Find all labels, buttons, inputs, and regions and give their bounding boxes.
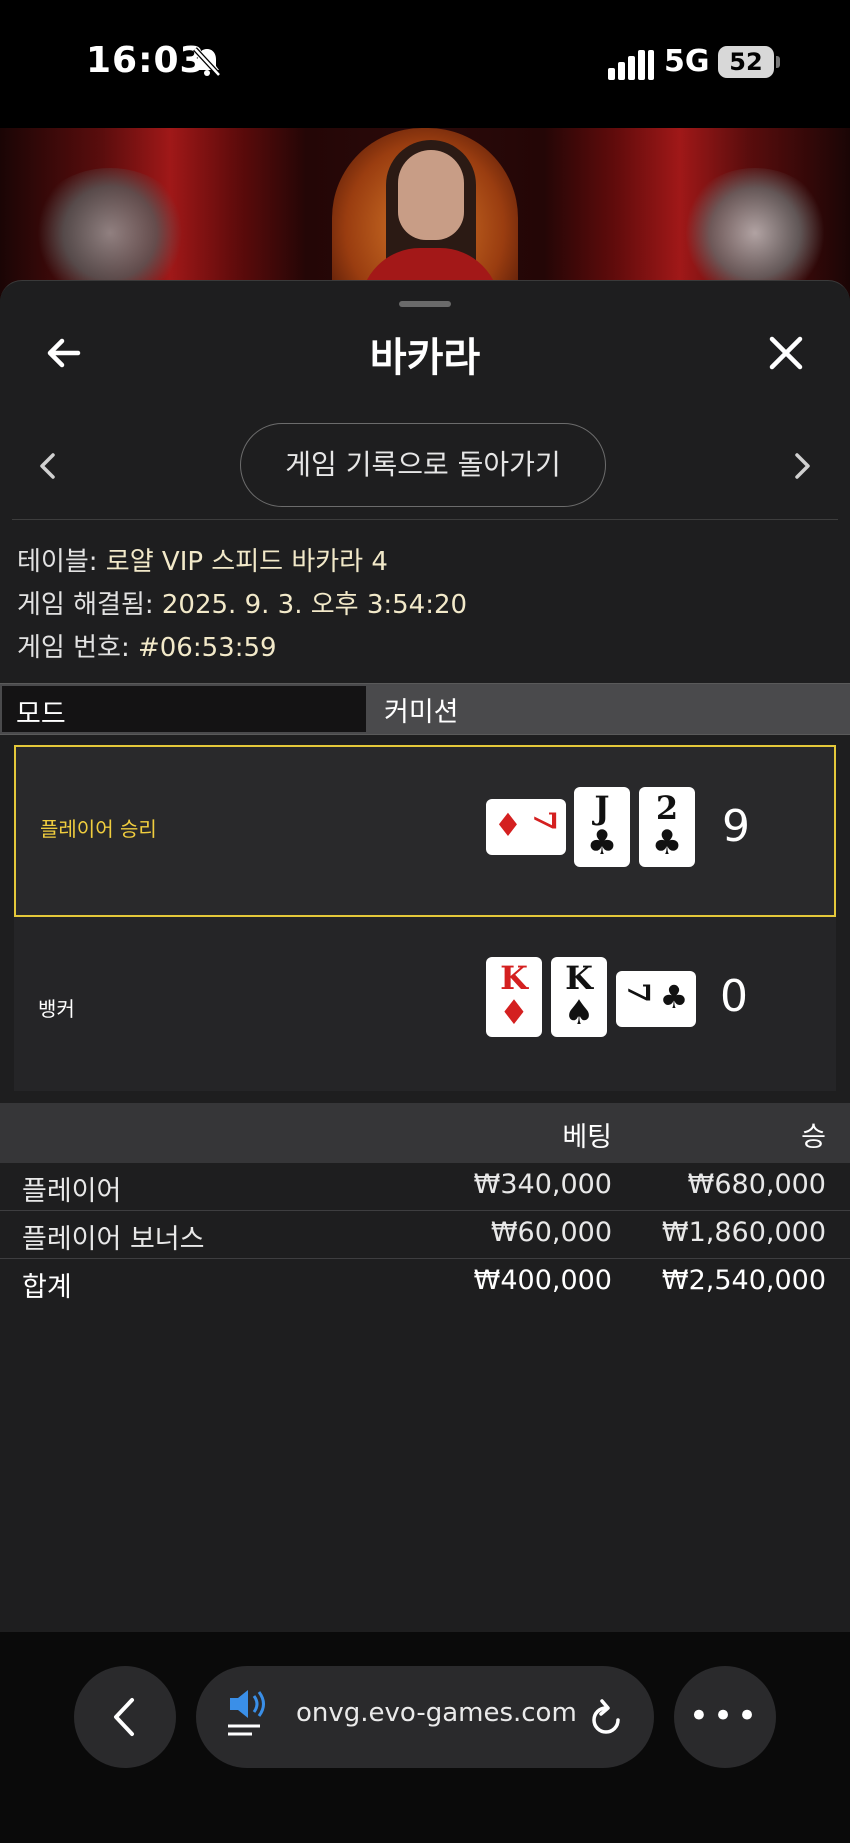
card-suit: ♣ (651, 823, 683, 863)
table-label: 테이블: (17, 547, 106, 577)
card-suit: ♦ (498, 993, 530, 1033)
banker-result-label: 뱅커 (38, 997, 75, 1021)
divider (12, 519, 838, 520)
chevron-left-icon[interactable] (36, 451, 58, 481)
table-info: 테이블: 로얄 VIP 스피드 바카라 4 (17, 541, 388, 578)
resolved-info: 게임 해결됨: 2025. 9. 3. 오후 3:54:20 (17, 584, 467, 621)
banker-score: 0 (720, 971, 748, 1022)
browser-toolbar: onvg.evo-games.com ••• (0, 1632, 850, 1843)
more-options-button[interactable]: ••• (674, 1666, 776, 1768)
bet-name: 플레이어 보너스 (22, 1224, 205, 1255)
card-rank: J (594, 789, 610, 827)
cellular-signal-icon (608, 50, 654, 80)
tiger-statue (680, 168, 830, 298)
card-rank: K (565, 959, 593, 997)
battery-indicator: 52 (718, 46, 774, 78)
player-score: 9 (722, 801, 750, 852)
back-to-history-button[interactable]: 게임 기록으로 돌아가기 (240, 423, 606, 507)
playing-card: 7 ♦ (486, 799, 566, 855)
bet-name: 플레이어 (22, 1176, 122, 1207)
status-bar: 16:03 5G 52 (0, 0, 850, 128)
battery-tip (776, 56, 780, 68)
url-text: onvg.evo-games.com (296, 1698, 577, 1728)
chevron-right-icon[interactable] (792, 451, 814, 481)
mode-label: 모드 (16, 699, 66, 730)
total-label: 합계 (22, 1272, 72, 1303)
more-dots-icon: ••• (688, 1696, 762, 1736)
bet-amount: ₩340,000 (473, 1169, 612, 1200)
bets-table-header: 베팅 승 (0, 1103, 850, 1163)
chevron-left-icon (114, 1698, 134, 1736)
card-rank: K (500, 959, 528, 997)
bet-column-header: 베팅 (562, 1122, 612, 1153)
dealer-face (398, 150, 464, 240)
total-win: ₩2,540,000 (661, 1265, 826, 1296)
bell-muted-icon (193, 47, 221, 77)
total-row: 합계 ₩400,000 ₩2,540,000 (0, 1259, 850, 1306)
player-result-label: 플레이어 승리 (40, 817, 157, 841)
table-row: 플레이어 보너스 ₩60,000 ₩1,860,000 (0, 1211, 850, 1260)
mode-value: 커미션 (384, 697, 459, 728)
close-icon[interactable] (766, 333, 806, 373)
win-column-header: 승 (801, 1122, 826, 1153)
clock: 16:03 (86, 40, 206, 81)
win-amount: ₩680,000 (687, 1169, 826, 1200)
card-rank: 2 (655, 789, 679, 827)
win-amount: ₩1,860,000 (661, 1217, 826, 1248)
bet-amount: ₩60,000 (490, 1217, 612, 1248)
card-rank: 7 (620, 982, 656, 1003)
sheet-grabber[interactable] (399, 301, 451, 307)
address-bar[interactable]: onvg.evo-games.com (196, 1666, 654, 1768)
playing-card: J ♣ (574, 787, 630, 867)
card-suit: ♦ (493, 806, 523, 844)
speaker-reader-icon (228, 1690, 265, 1736)
playing-card: 2 ♣ (639, 787, 695, 867)
page-title: 바카라 (369, 335, 481, 381)
playing-card: K ♦ (486, 957, 542, 1037)
mode-label-cell: 모드 (2, 686, 366, 732)
banker-result-row: 뱅커 K ♦ K ♠ 7 ♣ 0 (14, 931, 836, 1091)
live-video-feed (0, 128, 850, 298)
game-detail-sheet: 바카라 게임 기록으로 돌아가기 테이블: 로얄 VIP 스피드 바카라 4 게… (0, 280, 850, 1633)
player-result-row: 플레이어 승리 7 ♦ J ♣ 2 ♣ 9 (14, 745, 836, 917)
table-row: 플레이어 ₩340,000 ₩680,000 (0, 1163, 850, 1212)
playing-card: K ♠ (551, 957, 607, 1037)
card-suit: ♠ (563, 993, 595, 1033)
dragon-statue (30, 168, 190, 298)
results-panel: 플레이어 승리 7 ♦ J ♣ 2 ♣ 9 뱅커 K ♦ K ♠ 7 ♣ 0 (14, 745, 836, 1091)
card-rank: 7 (526, 810, 562, 831)
browser-back-button[interactable] (74, 1666, 176, 1768)
game-number-info: 게임 번호: #06:53:59 (17, 627, 277, 664)
table-value: 로얄 VIP 스피드 바카라 4 (105, 547, 388, 577)
card-suit: ♣ (659, 978, 689, 1016)
playing-card: 7 ♣ (616, 971, 696, 1027)
resolved-value: 2025. 9. 3. 오후 3:54:20 (161, 590, 468, 620)
reload-icon[interactable] (588, 1698, 624, 1738)
game-number-value: #06:53:59 (137, 633, 277, 663)
network-type: 5G (664, 44, 710, 79)
mode-row: 모드 커미션 (0, 683, 850, 735)
card-suit: ♣ (586, 823, 618, 863)
resolved-label: 게임 해결됨: (17, 590, 162, 620)
game-number-label: 게임 번호: (17, 633, 138, 663)
total-bet: ₩400,000 (473, 1265, 612, 1296)
